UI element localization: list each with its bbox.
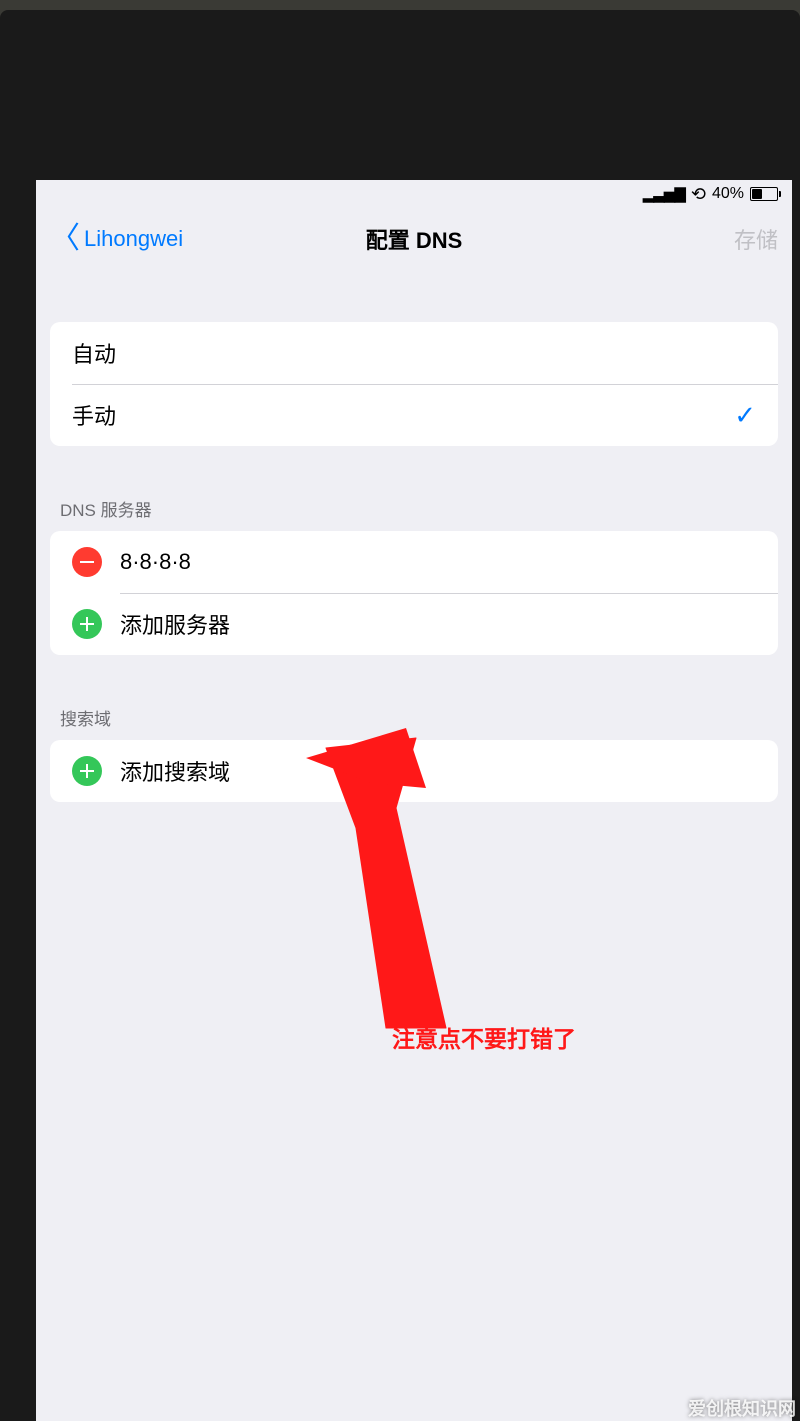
dns-mode-group: 自动 手动 ✓ — [50, 322, 778, 446]
dns-servers-header: DNS 服务器 — [36, 496, 792, 531]
mode-manual-label: 手动 — [72, 399, 116, 431]
add-server-row[interactable]: 添加服务器 — [50, 593, 778, 655]
add-server-label: 添加服务器 — [120, 608, 230, 640]
add-icon[interactable] — [72, 756, 102, 786]
dns-servers-group: 8·8·8·8 添加服务器 — [50, 531, 778, 655]
nav-bar: 〈 Lihongwei 配置 DNS 存储 — [36, 208, 792, 270]
remove-icon[interactable] — [72, 547, 102, 577]
dns-server-value: 8·8·8·8 — [120, 549, 191, 575]
search-domains-header: 搜索域 — [36, 705, 792, 740]
chevron-left-icon: 〈 — [50, 224, 80, 254]
dns-mode-section: 自动 手动 ✓ — [36, 322, 792, 446]
mode-auto-row[interactable]: 自动 — [50, 322, 778, 384]
signal-icon: ▂▃▅▇ — [643, 185, 685, 203]
add-icon[interactable] — [72, 609, 102, 639]
dns-server-row[interactable]: 8·8·8·8 — [50, 531, 778, 593]
save-button[interactable]: 存储 — [734, 223, 778, 255]
status-bar: ▂▃▅▇ ⟲ 40% — [36, 180, 792, 208]
battery-icon — [750, 187, 778, 201]
search-domains-section: 搜索域 添加搜索域 — [36, 705, 792, 802]
screen: ▂▃▅▇ ⟲ 40% 〈 Lihongwei 配置 DNS 存储 自动 手动 ✓ — [36, 180, 792, 1421]
watermark: 爱创根知识网 — [688, 1395, 796, 1421]
add-search-domain-label: 添加搜索域 — [120, 755, 230, 787]
battery-percent: 40% — [712, 185, 744, 203]
mode-auto-label: 自动 — [72, 337, 116, 369]
annotation-text: 注意点不要打错了 — [392, 1020, 576, 1054]
page-title: 配置 DNS — [366, 223, 463, 255]
checkmark-icon: ✓ — [734, 400, 756, 431]
add-search-domain-row[interactable]: 添加搜索域 — [50, 740, 778, 802]
back-button[interactable]: 〈 Lihongwei — [50, 224, 183, 254]
dns-servers-section: DNS 服务器 8·8·8·8 添加服务器 — [36, 496, 792, 655]
search-domains-group: 添加搜索域 — [50, 740, 778, 802]
settings-body: 自动 手动 ✓ DNS 服务器 8·8·8·8 添加服务器 — [36, 270, 792, 802]
hotspot-icon: ⟲ — [691, 184, 706, 205]
mode-manual-row[interactable]: 手动 ✓ — [50, 384, 778, 446]
back-label: Lihongwei — [84, 226, 183, 252]
